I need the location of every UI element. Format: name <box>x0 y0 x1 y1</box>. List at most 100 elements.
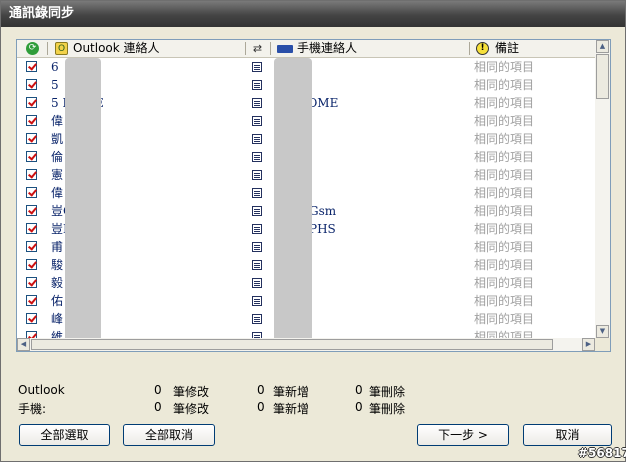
next-button[interactable]: 下一步 > <box>417 424 509 446</box>
row-checkbox[interactable] <box>26 97 37 108</box>
document-icon[interactable] <box>252 134 262 144</box>
row-checkbox[interactable] <box>26 259 37 270</box>
row-note: 相同的項目 <box>474 186 535 200</box>
row-checkbox[interactable] <box>26 187 37 198</box>
row-checkbox[interactable] <box>26 79 37 90</box>
document-icon[interactable] <box>252 62 262 72</box>
document-icon[interactable] <box>252 278 262 288</box>
scroll-corner <box>595 338 610 351</box>
deselect-all-button[interactable]: 全部取消 <box>123 424 215 446</box>
document-icon[interactable] <box>252 116 262 126</box>
row-note: 相同的項目 <box>474 168 535 182</box>
row-note: 相同的項目 <box>474 114 535 128</box>
row-checkbox[interactable] <box>26 115 37 126</box>
summary-outlook-label: Outlook <box>18 383 65 397</box>
row-checkbox[interactable] <box>26 241 37 252</box>
row-checkbox[interactable] <box>26 295 37 306</box>
outlook-contact-name: 偉 <box>51 114 64 128</box>
outlook-contact-name: 倫 <box>51 150 64 164</box>
summary-phone-deleted: 0 <box>355 400 363 414</box>
row-note: 相同的項目 <box>474 276 535 290</box>
row-note: 相同的項目 <box>474 222 535 236</box>
row-checkbox[interactable] <box>26 205 37 216</box>
phone-icon <box>277 45 293 53</box>
document-icon[interactable] <box>252 152 262 162</box>
scroll-up-button[interactable]: ▲ <box>596 40 609 53</box>
sync-dialog: 通訊錄同步 ⟳ O Outlook 連絡人 ⇄ 手機連絡人 ! 備註 6 相同的項… <box>0 0 626 462</box>
summary-outlook-deleted: 0 <box>355 383 363 397</box>
document-icon[interactable] <box>252 206 262 216</box>
sync-icon[interactable]: ⟳ <box>26 42 39 55</box>
row-checkbox[interactable] <box>26 223 37 234</box>
document-icon[interactable] <box>252 314 262 324</box>
row-note: 相同的項目 <box>474 294 535 308</box>
column-outlook[interactable]: Outlook 連絡人 <box>73 40 160 57</box>
row-note: 相同的項目 <box>474 96 535 110</box>
column-separator[interactable] <box>47 42 48 55</box>
summary-deleted-label: 筆刪除 <box>369 385 406 399</box>
summary-outlook-added: 0 <box>257 383 265 397</box>
outlook-contact-name: 6 <box>51 60 59 74</box>
scroll-left-button[interactable]: ◀ <box>17 338 30 351</box>
column-separator[interactable] <box>245 42 246 55</box>
outlook-contact-name: 甫 <box>51 240 64 254</box>
row-note: 相同的項目 <box>474 312 535 326</box>
column-separator[interactable] <box>270 42 271 55</box>
outlook-contact-name: 駿 <box>51 258 64 272</box>
scroll-right-button[interactable]: ▶ <box>582 338 595 351</box>
document-icon[interactable] <box>252 224 262 234</box>
redaction-block <box>65 58 101 351</box>
outlook-contact-name: 偉 <box>51 186 64 200</box>
document-icon[interactable] <box>252 170 262 180</box>
row-checkbox[interactable] <box>26 277 37 288</box>
document-icon[interactable] <box>252 98 262 108</box>
column-separator[interactable] <box>469 42 470 55</box>
window-title: 通訊錄同步 <box>9 6 75 21</box>
document-icon[interactable] <box>252 242 262 252</box>
outlook-contact-name: 佑 <box>51 294 64 308</box>
outlook-contact-name: 5 <box>51 78 59 92</box>
document-icon[interactable] <box>252 80 262 90</box>
row-checkbox[interactable] <box>26 61 37 72</box>
outlook-contact-name: 毅 <box>51 276 64 290</box>
vertical-scroll-thumb[interactable] <box>596 54 609 99</box>
row-note: 相同的項目 <box>474 78 535 92</box>
document-icon[interactable] <box>252 188 262 198</box>
summary-phone-label: 手機: <box>18 402 47 416</box>
row-note: 相同的項目 <box>474 258 535 272</box>
summary-modified-label: 筆修改 <box>173 385 210 399</box>
horizontal-scroll-thumb[interactable] <box>31 339 553 350</box>
document-icon[interactable] <box>252 260 262 270</box>
watermark: #56817 <box>578 446 626 460</box>
column-note[interactable]: 備註 <box>495 40 519 57</box>
document-icon[interactable] <box>252 296 262 306</box>
title-bar: 通訊錄同步 <box>1 1 625 27</box>
summary-modified-label: 筆修改 <box>173 402 210 416</box>
summary-added-label: 筆新增 <box>273 385 310 399</box>
horizontal-scrollbar[interactable]: ◀ ▶ <box>17 338 595 351</box>
redaction-block <box>274 58 312 351</box>
vertical-scrollbar[interactable]: ▲ ▼ <box>595 40 610 338</box>
outlook-contact-name: 峰 <box>51 312 64 326</box>
cancel-button[interactable]: 取消 <box>523 424 612 446</box>
summary-phone-added: 0 <box>257 400 265 414</box>
arrows-icon: ⇄ <box>252 42 263 55</box>
row-checkbox[interactable] <box>26 133 37 144</box>
outlook-contact-name: 憲 <box>51 168 64 182</box>
row-checkbox[interactable] <box>26 151 37 162</box>
column-phone[interactable]: 手機連絡人 <box>297 40 357 57</box>
outlook-icon: O <box>55 42 68 55</box>
summary-added-label: 筆新增 <box>273 402 310 416</box>
contact-list[interactable]: ⟳ O Outlook 連絡人 ⇄ 手機連絡人 ! 備註 6 相同的項目 5 相同的… <box>16 39 611 352</box>
summary-phone-modified: 0 <box>154 400 162 414</box>
row-checkbox[interactable] <box>26 313 37 324</box>
select-all-button[interactable]: 全部選取 <box>19 424 110 446</box>
row-note: 相同的項目 <box>474 240 535 254</box>
scroll-down-button[interactable]: ▼ <box>596 325 609 338</box>
row-note: 相同的項目 <box>474 204 535 218</box>
info-icon: ! <box>476 42 489 55</box>
row-note: 相同的項目 <box>474 150 535 164</box>
summary-deleted-label: 筆刪除 <box>369 402 406 416</box>
row-note: 相同的項目 <box>474 60 535 74</box>
row-checkbox[interactable] <box>26 169 37 180</box>
